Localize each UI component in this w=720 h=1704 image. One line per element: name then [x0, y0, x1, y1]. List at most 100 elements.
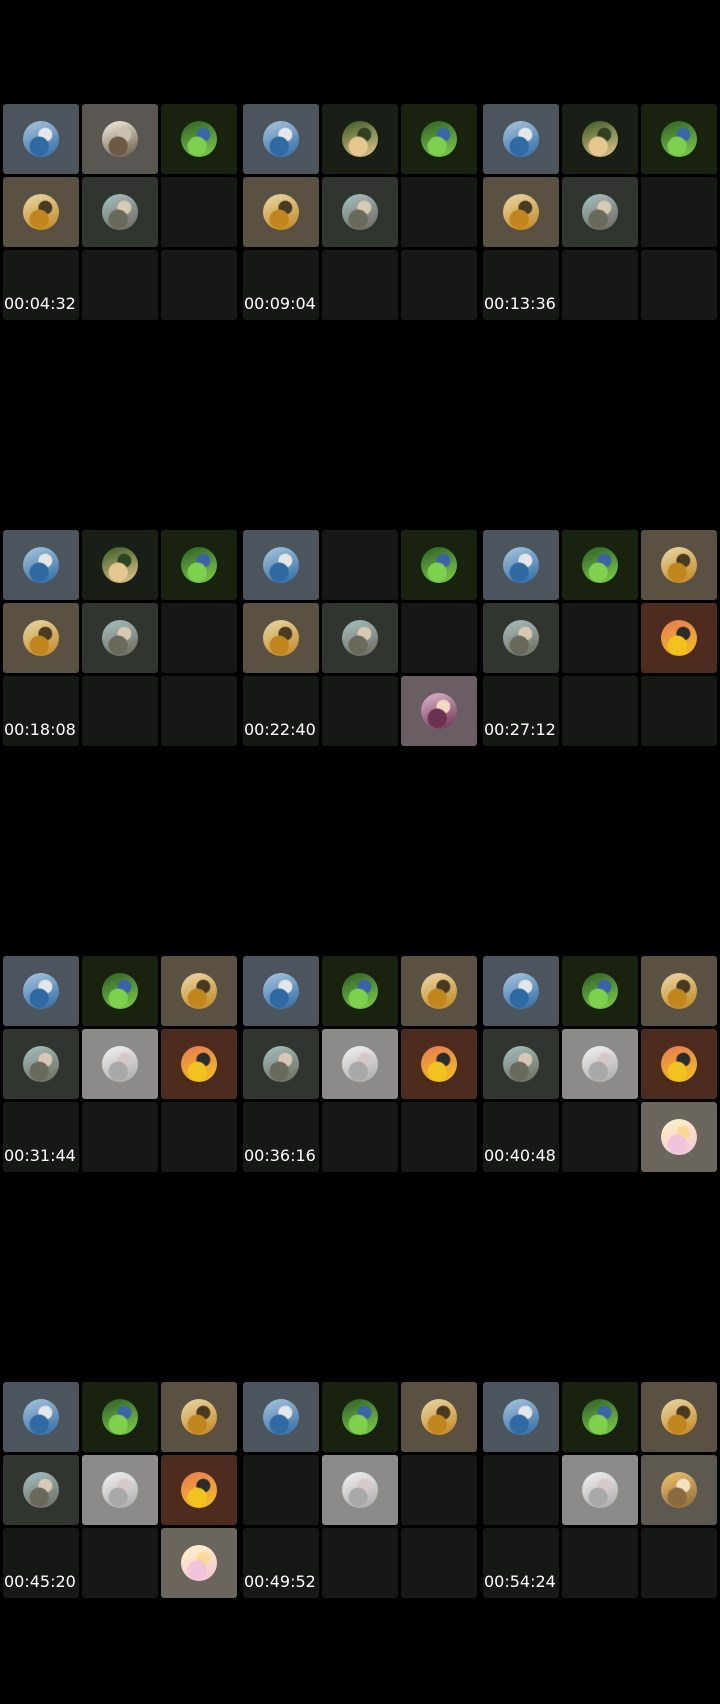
- participant-tile[interactable]: [161, 1455, 237, 1525]
- empty-tile: [82, 250, 158, 320]
- participant-tile[interactable]: [483, 603, 559, 673]
- participant-tile[interactable]: [243, 1382, 319, 1452]
- woman-avatar-icon: [23, 1472, 59, 1508]
- sphere-avatar-icon: [661, 1119, 697, 1155]
- participant-tile[interactable]: [401, 530, 477, 600]
- frame-timestamp: 00:31:44: [4, 1146, 76, 1165]
- field-avatar-icon: [582, 973, 618, 1009]
- participant-tile[interactable]: [641, 956, 717, 1026]
- participant-tile[interactable]: [641, 1029, 717, 1099]
- participant-tile[interactable]: [483, 1382, 559, 1452]
- storyboard-frame: 00:04:32: [0, 0, 240, 426]
- empty-tile: [401, 1102, 477, 1172]
- participant-tile[interactable]: [161, 956, 237, 1026]
- participant-tile[interactable]: [562, 956, 638, 1026]
- empty-tile: [401, 1455, 477, 1525]
- participant-tile[interactable]: [82, 956, 158, 1026]
- participant-tile[interactable]: [641, 603, 717, 673]
- participant-tile[interactable]: [562, 177, 638, 247]
- participant-tile[interactable]: [3, 1455, 79, 1525]
- participant-tile[interactable]: [401, 104, 477, 174]
- participant-tile[interactable]: [401, 1382, 477, 1452]
- frame-timestamp: 00:27:12: [484, 720, 556, 739]
- participant-tile[interactable]: [562, 1455, 638, 1525]
- participant-tile[interactable]: [641, 530, 717, 600]
- participant-grid: [483, 104, 720, 322]
- statue-avatar-icon: [102, 121, 138, 157]
- participant-tile[interactable]: [3, 956, 79, 1026]
- participant-tile[interactable]: [401, 676, 477, 746]
- participant-tile[interactable]: [82, 1029, 158, 1099]
- participant-tile[interactable]: [82, 530, 158, 600]
- participant-tile[interactable]: [322, 177, 398, 247]
- soldier-avatar-icon: [582, 121, 618, 157]
- storyboard-frame: 00:13:36: [480, 0, 720, 426]
- participant-tile[interactable]: [243, 104, 319, 174]
- participant-tile[interactable]: [322, 1382, 398, 1452]
- participant-tile[interactable]: [3, 1382, 79, 1452]
- participant-tile[interactable]: [483, 1029, 559, 1099]
- participant-tile[interactable]: [641, 104, 717, 174]
- storyboard-frame: 00:18:08: [0, 426, 240, 852]
- participant-grid: [483, 530, 720, 748]
- sailor-avatar-icon: [503, 1399, 539, 1435]
- woman-avatar-icon: [342, 620, 378, 656]
- participant-tile[interactable]: [82, 1455, 158, 1525]
- participant-tile[interactable]: [322, 956, 398, 1026]
- participant-tile[interactable]: [483, 956, 559, 1026]
- participant-tile[interactable]: [641, 1455, 717, 1525]
- empty-tile: [401, 250, 477, 320]
- participant-tile[interactable]: [243, 177, 319, 247]
- participant-tile[interactable]: [243, 603, 319, 673]
- participant-tile[interactable]: [322, 1455, 398, 1525]
- participant-tile[interactable]: [322, 1029, 398, 1099]
- participant-tile[interactable]: [3, 603, 79, 673]
- participant-tile[interactable]: [243, 956, 319, 1026]
- participant-tile[interactable]: [161, 1382, 237, 1452]
- participant-tile[interactable]: [483, 104, 559, 174]
- sailor-avatar-icon: [503, 547, 539, 583]
- participant-tile[interactable]: [322, 104, 398, 174]
- participant-tile[interactable]: [483, 177, 559, 247]
- participant-tile[interactable]: [3, 104, 79, 174]
- participant-tile[interactable]: [82, 104, 158, 174]
- participant-tile[interactable]: [82, 1382, 158, 1452]
- participant-tile[interactable]: [3, 177, 79, 247]
- field-avatar-icon: [181, 547, 217, 583]
- participant-tile[interactable]: [3, 1029, 79, 1099]
- frame-timestamp: 00:49:52: [244, 1572, 316, 1591]
- participant-tile[interactable]: [161, 104, 237, 174]
- empty-tile: [161, 250, 237, 320]
- participant-tile[interactable]: [562, 1382, 638, 1452]
- participant-tile[interactable]: [641, 1382, 717, 1452]
- participant-tile[interactable]: [401, 956, 477, 1026]
- participant-tile[interactable]: [562, 1029, 638, 1099]
- boat-avatar-icon: [661, 973, 697, 1009]
- participant-tile[interactable]: [82, 603, 158, 673]
- participant-tile[interactable]: [322, 603, 398, 673]
- sailor-avatar-icon: [23, 121, 59, 157]
- participant-grid: [483, 1382, 720, 1600]
- storyboard-frame: 00:36:16: [240, 852, 480, 1278]
- participant-tile[interactable]: [401, 1029, 477, 1099]
- boat-avatar-icon: [263, 620, 299, 656]
- participant-tile[interactable]: [3, 530, 79, 600]
- boat-avatar-icon: [661, 547, 697, 583]
- participant-tile[interactable]: [483, 530, 559, 600]
- participant-tile[interactable]: [562, 104, 638, 174]
- participant-tile[interactable]: [243, 1029, 319, 1099]
- participant-tile[interactable]: [82, 177, 158, 247]
- boat-avatar-icon: [661, 1399, 697, 1435]
- participant-tile[interactable]: [641, 1102, 717, 1172]
- storyboard-frame: 00:09:04: [240, 0, 480, 426]
- participant-grid: [3, 956, 240, 1174]
- sailor-avatar-icon: [23, 547, 59, 583]
- participant-tile[interactable]: [161, 1528, 237, 1598]
- field-avatar-icon: [582, 547, 618, 583]
- storyboard-frame: 00:54:24: [480, 1278, 720, 1704]
- boat-avatar-icon: [263, 194, 299, 230]
- participant-tile[interactable]: [562, 530, 638, 600]
- participant-tile[interactable]: [243, 530, 319, 600]
- participant-tile[interactable]: [161, 1029, 237, 1099]
- participant-tile[interactable]: [161, 530, 237, 600]
